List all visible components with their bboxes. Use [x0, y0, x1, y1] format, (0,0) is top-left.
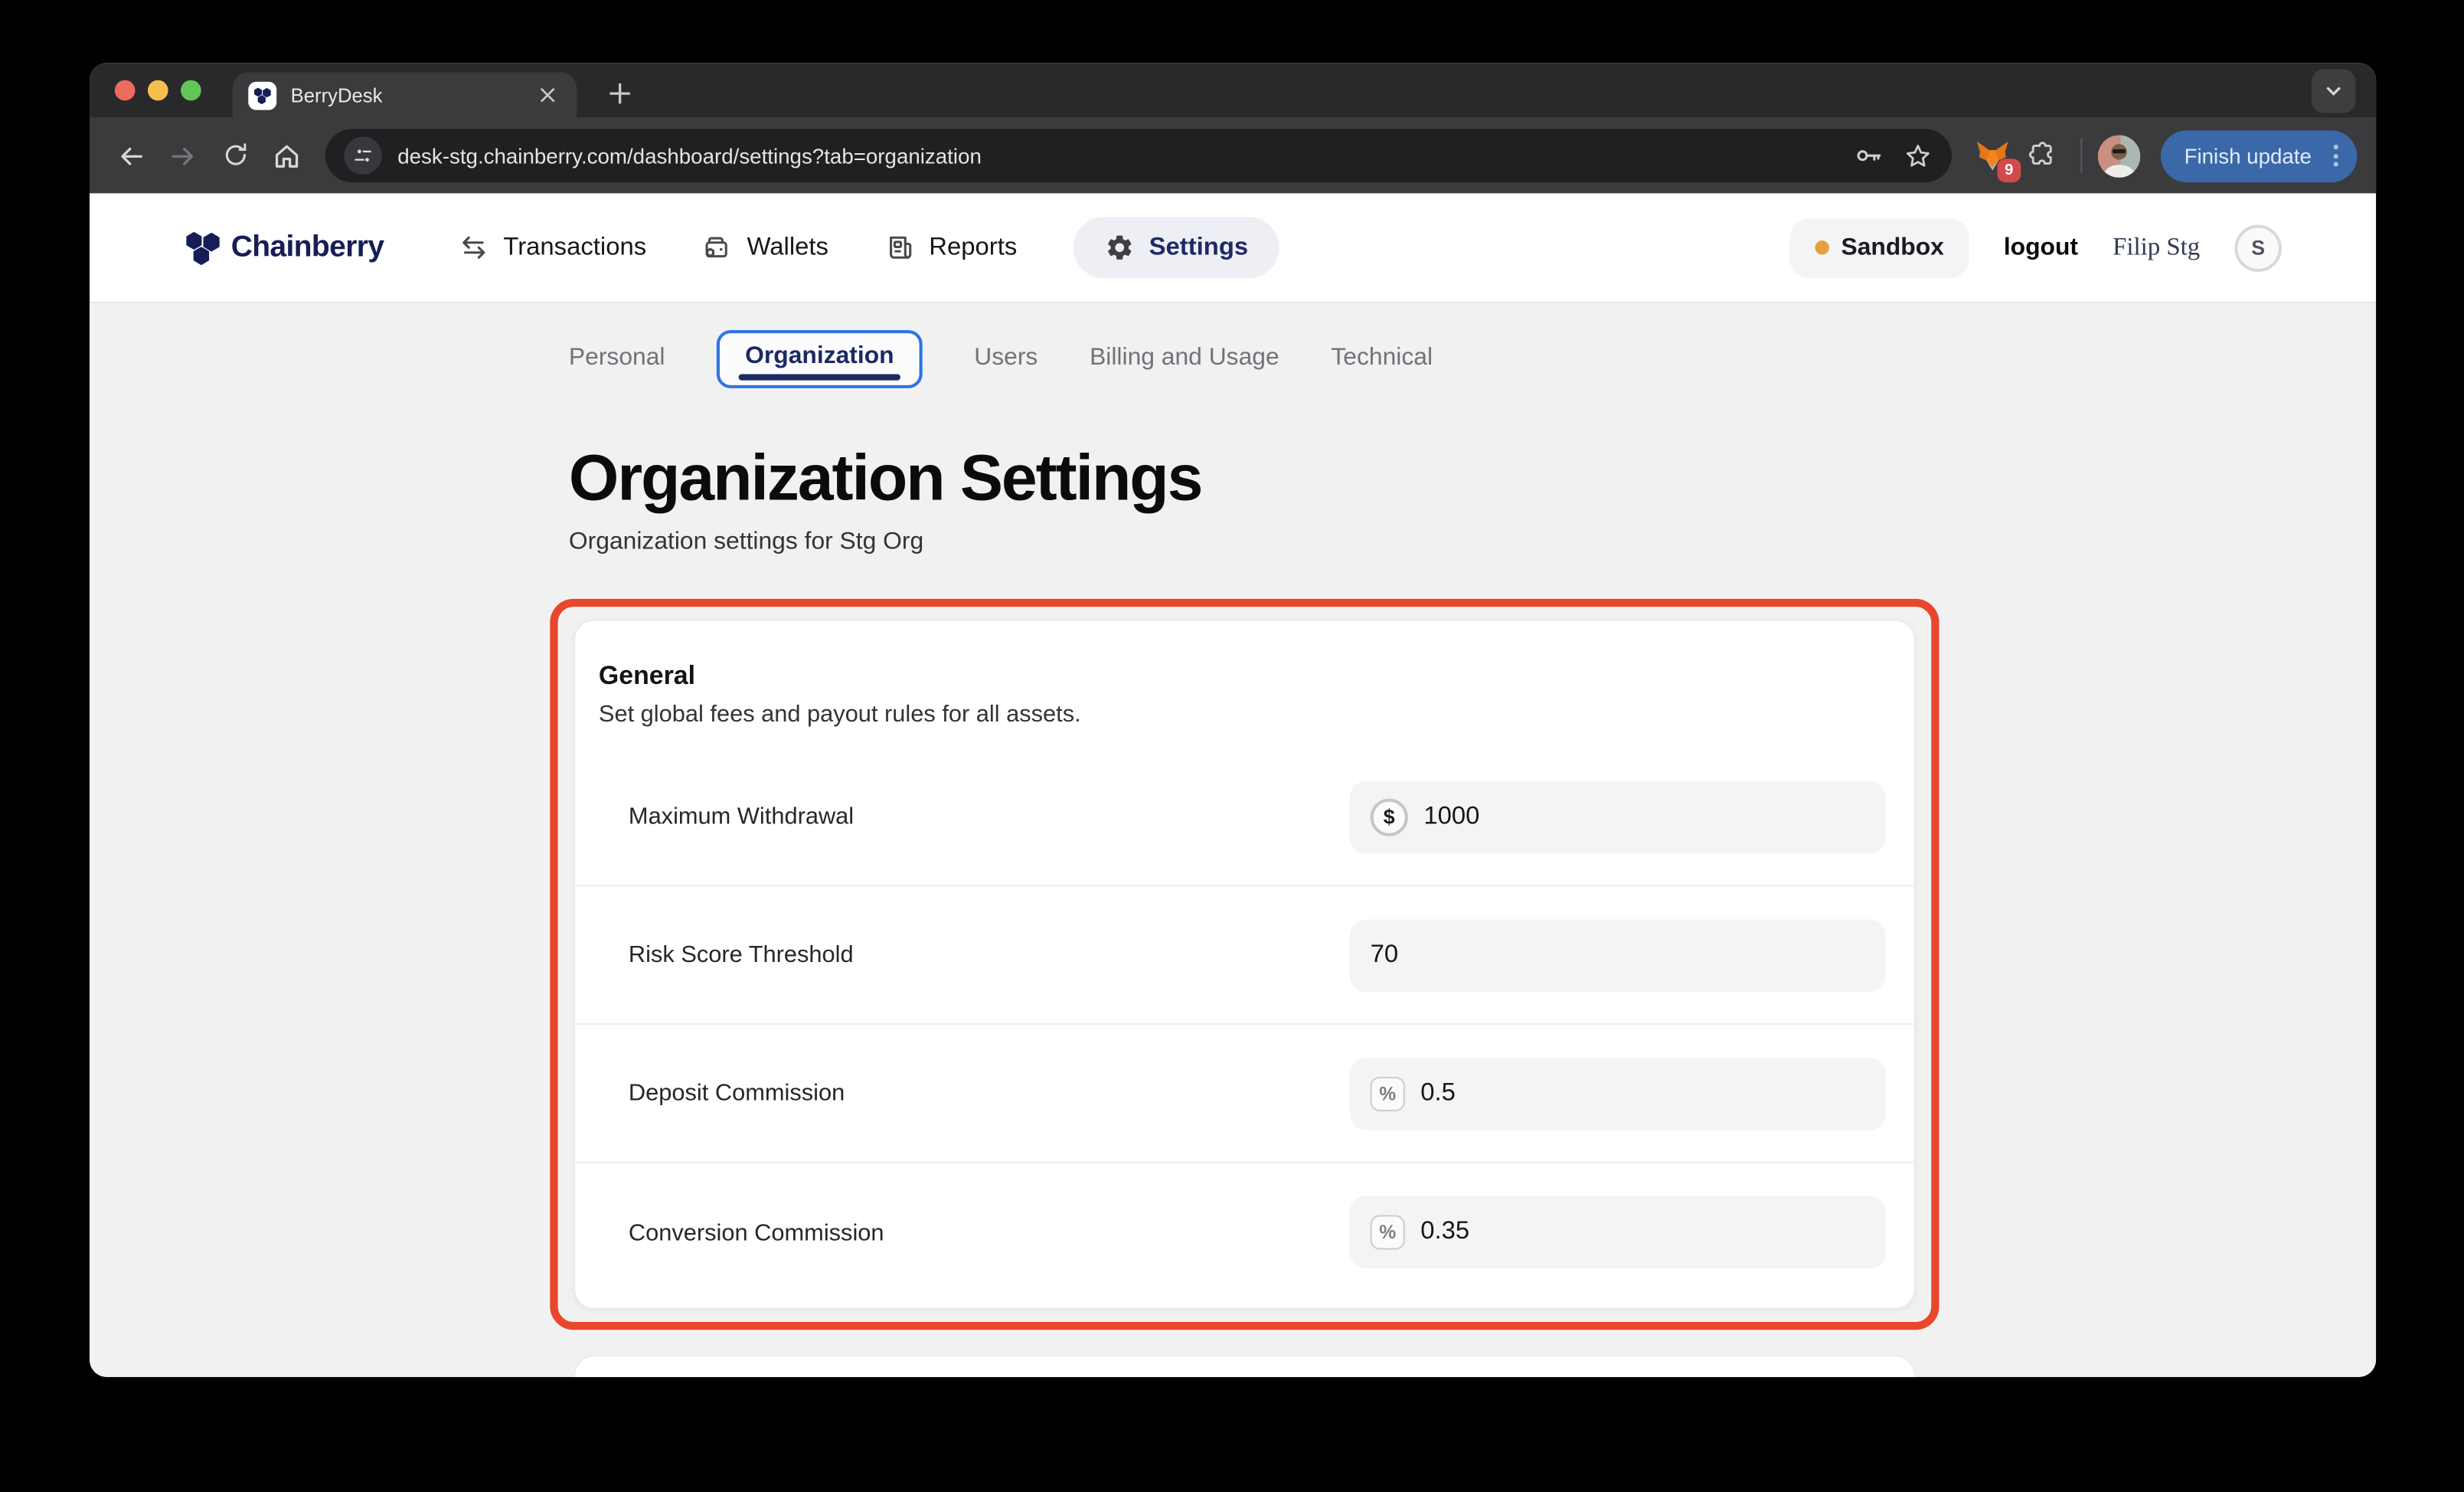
- tab-billing-and-usage[interactable]: Billing and Usage: [1090, 344, 1279, 372]
- percent-icon: %: [1371, 1076, 1405, 1111]
- nav-label: Transactions: [503, 234, 646, 262]
- password-key-icon[interactable]: [1853, 140, 1884, 172]
- browser-profile-avatar[interactable]: [2098, 134, 2140, 176]
- tab-search-chevron-icon[interactable]: [2312, 69, 2355, 113]
- user-avatar[interactable]: S: [2234, 224, 2282, 271]
- close-window-button[interactable]: [115, 80, 136, 101]
- toolbar-divider: [2080, 139, 2082, 173]
- finish-update-label: Finish update: [2185, 144, 2312, 168]
- extension-badge: 9: [1997, 159, 2021, 182]
- browser-menu-icon[interactable]: [2327, 145, 2345, 167]
- berrydesk-favicon-icon: [248, 81, 276, 110]
- extensions-puzzle-icon[interactable]: [2021, 133, 2064, 177]
- tab-organization[interactable]: Organization: [717, 329, 922, 388]
- address-bar[interactable]: desk-stg.chainberry.com/dashboard/settin…: [325, 129, 1952, 182]
- browser-window: BerryDesk: [90, 63, 2376, 1377]
- card-title: General: [599, 662, 1886, 692]
- field-value: 0.5: [1420, 1079, 1456, 1108]
- nav-label: Wallets: [747, 234, 828, 262]
- settings-fields: Maximum Withdrawal $ 1000 Risk Score Thr…: [575, 748, 1914, 1301]
- browser-tab[interactable]: BerryDesk: [233, 72, 577, 118]
- card-description: Set global fees and payout rules for all…: [599, 701, 1886, 728]
- field-row-maximum-withdrawal: Maximum Withdrawal $ 1000: [575, 748, 1914, 887]
- nav-item-wallets[interactable]: Wallets: [703, 233, 828, 263]
- page-title: Organization Settings: [569, 442, 1201, 515]
- maximum-withdrawal-input[interactable]: $ 1000: [1350, 780, 1886, 852]
- tab-personal[interactable]: Personal: [569, 344, 665, 372]
- settings-tabs: Personal Organization Users Billing and …: [569, 327, 1433, 390]
- field-value: 0.35: [1420, 1219, 1469, 1247]
- main-nav: Transactions Wallets: [459, 217, 1279, 278]
- app-navbar: Chainberry Transactions Wallet: [90, 193, 2376, 303]
- settings-gear-icon: [1105, 233, 1135, 263]
- wallets-icon: [703, 233, 733, 263]
- field-row-conversion-commission: Conversion Commission % 0.35: [575, 1163, 1914, 1302]
- bookmark-star-icon[interactable]: [1903, 141, 1933, 171]
- card-header: General Set global fees and payout rules…: [575, 621, 1914, 728]
- site-settings-icon[interactable]: [344, 137, 381, 175]
- nav-item-reports[interactable]: Reports: [885, 233, 1017, 263]
- deposit-commission-input[interactable]: % 0.5: [1350, 1057, 1886, 1129]
- page-subtitle: Organization settings for Stg Org: [569, 528, 923, 557]
- chainberry-logo[interactable]: Chainberry: [184, 229, 384, 267]
- environment-label: Sandbox: [1841, 234, 1944, 262]
- field-label: Maximum Withdrawal: [629, 803, 854, 830]
- field-row-deposit-commission: Deposit Commission % 0.5: [575, 1025, 1914, 1163]
- back-icon[interactable]: [109, 133, 155, 178]
- berry-logo-icon: [184, 229, 221, 267]
- nav-item-transactions[interactable]: Transactions: [459, 233, 646, 263]
- url-text: desk-stg.chainberry.com/dashboard/settin…: [397, 144, 1834, 168]
- tab-users[interactable]: Users: [974, 344, 1038, 372]
- zoom-window-button[interactable]: [181, 80, 201, 101]
- user-name[interactable]: Filip Stg: [2113, 234, 2200, 262]
- next-card-partial: [574, 1355, 1916, 1377]
- general-settings-card: General Set global fees and payout rules…: [574, 620, 1916, 1310]
- home-icon[interactable]: [264, 133, 310, 178]
- screen: BerryDesk: [0, 0, 2464, 1492]
- reload-icon[interactable]: [212, 133, 258, 178]
- field-label: Conversion Commission: [629, 1219, 884, 1246]
- field-label: Risk Score Threshold: [629, 941, 854, 968]
- metamask-extension-icon[interactable]: 9: [1970, 133, 2014, 177]
- close-tab-icon[interactable]: [533, 81, 561, 110]
- field-value: 1000: [1423, 803, 1479, 831]
- field-value: 70: [1371, 941, 1399, 969]
- logout-link[interactable]: logout: [2004, 234, 2078, 262]
- tab-technical[interactable]: Technical: [1331, 344, 1433, 372]
- avatar-initial: S: [2251, 236, 2265, 260]
- field-label: Deposit Commission: [629, 1080, 845, 1107]
- navbar-right: Sandbox logout Filip Stg S: [1789, 218, 2282, 277]
- percent-icon: %: [1371, 1215, 1405, 1249]
- field-row-risk-score-threshold: Risk Score Threshold 70: [575, 886, 1914, 1025]
- browser-tab-strip: BerryDesk: [90, 63, 2376, 118]
- tab-title: BerryDesk: [291, 84, 519, 106]
- dollar-icon: $: [1371, 798, 1408, 836]
- nav-label: Settings: [1149, 234, 1249, 262]
- browser-toolbar: desk-stg.chainberry.com/dashboard/settin…: [90, 118, 2376, 194]
- brand-name: Chainberry: [231, 231, 384, 265]
- conversion-commission-input[interactable]: % 0.35: [1350, 1196, 1886, 1268]
- environment-pill[interactable]: Sandbox: [1789, 218, 1969, 277]
- minimize-window-button[interactable]: [148, 80, 168, 101]
- forward-icon[interactable]: [160, 133, 206, 178]
- nav-label: Reports: [929, 234, 1017, 262]
- window-controls: [115, 80, 201, 101]
- nav-item-settings[interactable]: Settings: [1074, 217, 1279, 278]
- finish-update-button[interactable]: Finish update: [2161, 129, 2358, 182]
- reports-icon: [885, 233, 915, 263]
- environment-dot-icon: [1815, 240, 1828, 254]
- page-content: Personal Organization Users Billing and …: [90, 303, 2376, 1377]
- risk-score-threshold-input[interactable]: 70: [1350, 919, 1886, 991]
- new-tab-icon[interactable]: [602, 76, 636, 110]
- transactions-icon: [459, 233, 489, 263]
